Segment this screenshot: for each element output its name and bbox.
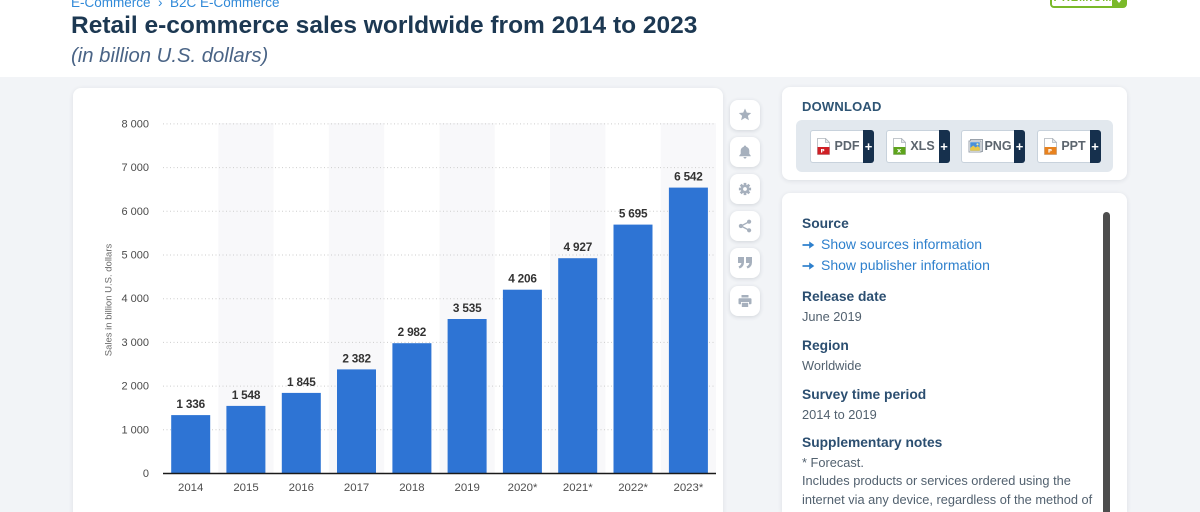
svg-text:2 000: 2 000 [121, 381, 149, 393]
svg-text:2015: 2015 [233, 482, 258, 494]
svg-text:2016: 2016 [289, 482, 314, 494]
svg-text:2017: 2017 [344, 482, 369, 494]
svg-text:2019: 2019 [455, 482, 480, 494]
svg-text:2022*: 2022* [618, 482, 648, 494]
svg-text:1 000: 1 000 [121, 424, 149, 436]
svg-text:1 548: 1 548 [232, 388, 261, 402]
svg-text:2021*: 2021* [563, 482, 593, 494]
svg-text:2018: 2018 [399, 482, 424, 494]
svg-text:Sales in billion U.S. dollars: Sales in billion U.S. dollars [104, 244, 115, 357]
svg-text:7 000: 7 000 [121, 162, 149, 174]
svg-text:5 000: 5 000 [121, 250, 149, 262]
svg-text:1 845: 1 845 [287, 375, 316, 389]
svg-text:2020*: 2020* [508, 482, 538, 494]
svg-text:3 535: 3 535 [453, 301, 482, 315]
svg-text:4 927: 4 927 [564, 240, 593, 254]
svg-text:1 336: 1 336 [176, 397, 205, 411]
svg-text:2 982: 2 982 [398, 325, 427, 339]
svg-text:8 000: 8 000 [121, 118, 149, 130]
svg-text:2014: 2014 [178, 482, 203, 494]
svg-text:4 000: 4 000 [121, 293, 149, 305]
svg-text:4 206: 4 206 [508, 272, 537, 286]
svg-text:2 382: 2 382 [342, 351, 371, 365]
svg-text:3 000: 3 000 [121, 337, 149, 349]
svg-text:6 542: 6 542 [674, 170, 703, 184]
svg-text:6 000: 6 000 [121, 206, 149, 218]
svg-text:0: 0 [143, 468, 149, 480]
svg-text:2023*: 2023* [674, 482, 704, 494]
svg-text:5 695: 5 695 [619, 207, 648, 221]
